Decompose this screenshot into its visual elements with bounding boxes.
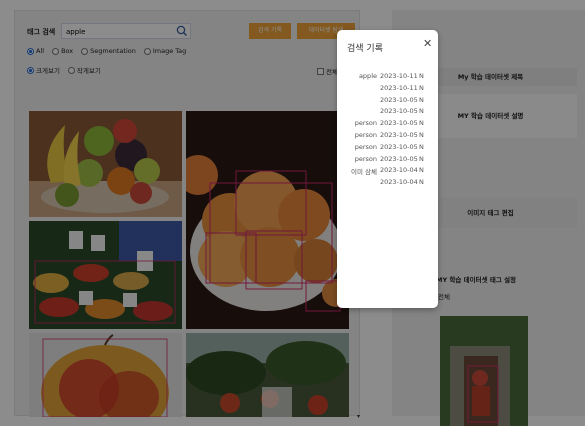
history-item[interactable]: person 2023-10-05 N (337, 143, 438, 155)
history-item[interactable]: person 2023-10-05 N (337, 155, 438, 167)
history-date: 2023-10-05 (380, 142, 418, 151)
history-date: 2023-10-05 (380, 119, 418, 128)
delete-history-icon[interactable]: N (419, 107, 424, 115)
history-date: 2023-10-04 (380, 178, 418, 187)
delete-history-icon[interactable]: N (419, 131, 424, 139)
history-date: 2023-10-05 (380, 107, 418, 116)
delete-history-icon[interactable]: N (419, 72, 424, 80)
delete-history-icon[interactable]: N (419, 119, 424, 127)
history-term[interactable]: person (355, 143, 377, 151)
history-item[interactable]: 2023-10-05 N (337, 96, 438, 108)
history-date: 2023-10-11 (380, 72, 418, 80)
history-item[interactable]: person 2023-10-05 N (337, 119, 438, 131)
history-item[interactable]: 이미 삼체 2023-10-04 N (337, 166, 438, 178)
history-item[interactable]: apple 2023-10-11 N (337, 72, 438, 84)
history-term[interactable]: person (355, 131, 377, 139)
search-history-list: apple 2023-10-11 N 2023-10-11 N 2023-10-05 N 20… (337, 72, 438, 190)
history-term[interactable]: person (355, 155, 377, 163)
modal-backdrop[interactable] (0, 0, 585, 426)
close-icon[interactable]: ✕ (423, 38, 432, 50)
history-term[interactable]: person (355, 119, 377, 127)
history-date: 2023-10-04 (380, 166, 418, 175)
delete-history-icon[interactable]: N (419, 155, 424, 163)
app-window: 태그 검색 검색 기록 데이터셋 탐색 All Box Segmentation… (0, 0, 585, 426)
history-item[interactable]: 2023-10-11 N (337, 84, 438, 96)
delete-history-icon[interactable]: N (419, 178, 424, 186)
history-term[interactable]: 이미 삼체 (351, 166, 377, 176)
history-item[interactable]: 2023-10-04 N (337, 178, 438, 190)
history-date: 2023-10-05 (380, 95, 418, 104)
delete-history-icon[interactable]: N (419, 96, 424, 104)
history-date: 2023-10-05 (380, 154, 418, 163)
history-item[interactable]: person 2023-10-05 N (337, 131, 438, 143)
history-item[interactable]: 2023-10-05 N (337, 107, 438, 119)
history-date: 2023-10-11 (380, 83, 418, 92)
delete-history-icon[interactable]: N (419, 84, 424, 92)
history-date: 2023-10-05 (380, 130, 418, 139)
modal-title: 검색 기록 (347, 44, 383, 54)
delete-history-icon[interactable]: N (419, 143, 424, 151)
search-history-modal: 검색 기록 ✕ apple 2023-10-11 N 2023-10-11 N 2023-… (337, 30, 438, 308)
delete-history-icon[interactable]: N (419, 166, 424, 174)
history-term[interactable]: apple (359, 72, 377, 80)
